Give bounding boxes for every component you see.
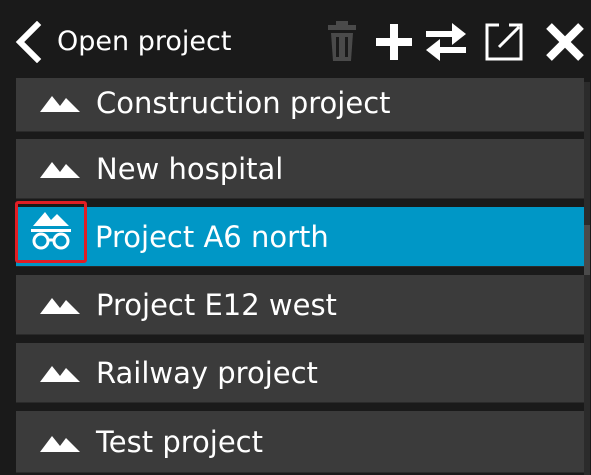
transfer-button[interactable] bbox=[424, 20, 468, 64]
top-bar: Open project bbox=[0, 0, 591, 82]
mountain-icon bbox=[40, 156, 80, 182]
plus-icon bbox=[376, 24, 412, 60]
list-item[interactable]: Test project bbox=[16, 411, 584, 473]
list-item[interactable]: Construction project bbox=[16, 78, 584, 132]
open-external-button[interactable] bbox=[482, 20, 526, 64]
swap-arrows-icon bbox=[426, 23, 466, 61]
selected-project-icon-highlight bbox=[15, 201, 87, 263]
chevron-left-icon bbox=[15, 21, 42, 63]
mountain-icon bbox=[40, 360, 80, 386]
project-label: Test project bbox=[96, 425, 263, 459]
list-item[interactable]: New hospital bbox=[16, 139, 584, 199]
delete-button[interactable] bbox=[320, 20, 364, 64]
mountain-icon bbox=[40, 292, 80, 318]
close-icon bbox=[546, 23, 584, 61]
mountain-glasses-icon bbox=[31, 212, 71, 250]
project-label: Project A6 north bbox=[95, 220, 329, 254]
mountain-icon bbox=[40, 90, 80, 116]
scrollbar-track[interactable] bbox=[584, 82, 590, 475]
trash-icon bbox=[328, 21, 356, 61]
scrollbar-thumb[interactable] bbox=[584, 225, 590, 275]
list-item[interactable]: Railway project bbox=[16, 343, 584, 403]
mountain-icon bbox=[40, 430, 80, 456]
project-label: Construction project bbox=[96, 86, 391, 120]
close-button[interactable] bbox=[543, 20, 587, 64]
project-label: Project E12 west bbox=[96, 288, 337, 322]
list-item-selected[interactable]: Project A6 north bbox=[15, 201, 584, 267]
external-link-icon bbox=[485, 23, 523, 61]
back-button[interactable] bbox=[10, 20, 46, 64]
list-item[interactable]: Project E12 west bbox=[16, 275, 584, 335]
project-label: New hospital bbox=[96, 152, 284, 186]
project-label: Railway project bbox=[96, 356, 318, 390]
page-title: Open project bbox=[57, 26, 232, 57]
add-button[interactable] bbox=[372, 20, 416, 64]
